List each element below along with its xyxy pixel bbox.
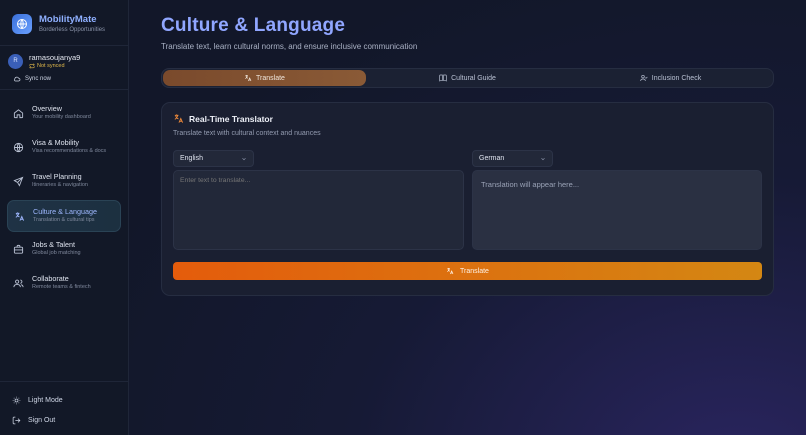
brand[interactable]: MobilityMate Borderless Opportunities — [0, 0, 128, 46]
sidebar-item-sublabel: Translation & cultural tips — [33, 217, 95, 223]
sync-status: Not synced — [29, 63, 80, 69]
sidebar-item-visa[interactable]: Visa & Mobility Visa recommendations & d… — [7, 132, 121, 164]
tab-cultural-guide[interactable]: Cultural Guide — [366, 70, 569, 86]
sidebar-item-label: Visa & Mobility — [32, 138, 80, 147]
translate-icon — [245, 75, 252, 82]
sign-out-button[interactable]: Sign Out — [12, 410, 118, 430]
translator-card: Real-Time Translator Translate text with… — [161, 102, 774, 296]
users-icon — [13, 279, 24, 288]
translate-button[interactable]: Translate — [173, 262, 762, 280]
sidebar-item-culture[interactable]: Culture & Language Translation & cultura… — [7, 200, 121, 232]
sidebar-item-sublabel: Visa recommendations & docs — [32, 148, 107, 154]
tab-bar: Translate Cultural Guide Inclusion Check — [161, 68, 774, 88]
sync-now-button[interactable]: Sync now — [13, 75, 120, 83]
source-language-select[interactable]: English — [173, 150, 254, 167]
sidebar-item-collaborate[interactable]: Collaborate Remote teams & fintech — [7, 268, 121, 300]
tab-label: Cultural Guide — [451, 74, 496, 82]
app-root: MobilityMate Borderless Opportunities R … — [0, 0, 806, 435]
tab-label: Inclusion Check — [651, 74, 702, 82]
sidebar-item-label: Collaborate — [32, 274, 69, 283]
book-icon — [439, 74, 447, 82]
not-synced-icon — [29, 63, 35, 69]
tab-inclusion-check[interactable]: Inclusion Check — [569, 70, 772, 86]
translate-icon — [447, 268, 454, 275]
source-text-input[interactable] — [173, 170, 464, 250]
sun-icon — [12, 396, 21, 404]
sidebar-item-label: Culture & Language — [33, 207, 97, 216]
brand-subtitle: Borderless Opportunities — [39, 27, 106, 33]
sync-status-label: Not synced — [37, 63, 65, 69]
translate-icon — [174, 114, 184, 123]
sidebar-item-label: Overview — [32, 104, 62, 113]
sidebar-item-sublabel: Remote teams & fintech — [32, 284, 91, 290]
translator-subtitle: Translate text with cultural context and… — [173, 130, 321, 137]
sidebar-item-jobs[interactable]: Jobs & Talent Global job matching — [7, 234, 121, 266]
sign-out-icon — [12, 416, 21, 424]
brand-title: MobilityMate — [39, 14, 97, 25]
avatar[interactable]: R — [8, 53, 23, 69]
target-language-select[interactable]: German — [472, 150, 553, 167]
sidebar-item-sublabel: Itineraries & navigation — [32, 182, 88, 188]
target-language-value: German — [479, 155, 505, 162]
home-icon — [13, 109, 24, 119]
chevron-down-icon — [242, 157, 246, 160]
sidebar-nav: Overview Your mobility dashboard Visa & … — [0, 90, 128, 308]
tab-translate[interactable]: Translate — [163, 70, 366, 86]
translate-icon — [15, 212, 25, 221]
sidebar-item-overview[interactable]: Overview Your mobility dashboard — [7, 98, 121, 130]
globe-logo-icon — [12, 13, 32, 34]
source-language-value: English — [180, 155, 203, 162]
sidebar: MobilityMate Borderless Opportunities R … — [0, 0, 129, 435]
user-name: ramasoujanya9 — [29, 53, 81, 62]
light-mode-label: Light Mode — [28, 396, 63, 404]
sidebar-footer: Light Mode Sign Out — [0, 381, 128, 435]
translator-title: Real-Time Translator — [189, 113, 273, 124]
sidebar-item-label: Travel Planning — [32, 172, 82, 181]
sign-out-label: Sign Out — [28, 416, 56, 424]
sync-now-label: Sync now — [25, 76, 52, 82]
sidebar-item-sublabel: Global job matching — [32, 250, 81, 256]
chevron-down-icon — [541, 157, 545, 160]
page-title: Culture & Language — [161, 15, 346, 36]
briefcase-icon — [13, 244, 24, 254]
sidebar-item-sublabel: Your mobility dashboard — [32, 114, 91, 120]
light-mode-toggle[interactable]: Light Mode — [12, 390, 118, 410]
tab-label: Translate — [256, 74, 285, 82]
cloud-icon — [13, 76, 21, 82]
user-check-icon — [640, 75, 648, 82]
translate-button-label: Translate — [460, 267, 489, 275]
page-subtitle: Translate text, learn cultural norms, an… — [161, 42, 418, 51]
translation-output: Translation will appear here... — [472, 170, 762, 250]
plane-icon — [13, 176, 24, 187]
user-panel: R ramasoujanya9 Not synced Sync now — [0, 46, 128, 90]
main-content: Culture & Language Translate text, learn… — [129, 0, 806, 435]
sidebar-item-label: Jobs & Talent — [32, 240, 76, 249]
sidebar-item-travel[interactable]: Travel Planning Itineraries & navigation — [7, 166, 121, 198]
globe-icon — [13, 142, 24, 153]
